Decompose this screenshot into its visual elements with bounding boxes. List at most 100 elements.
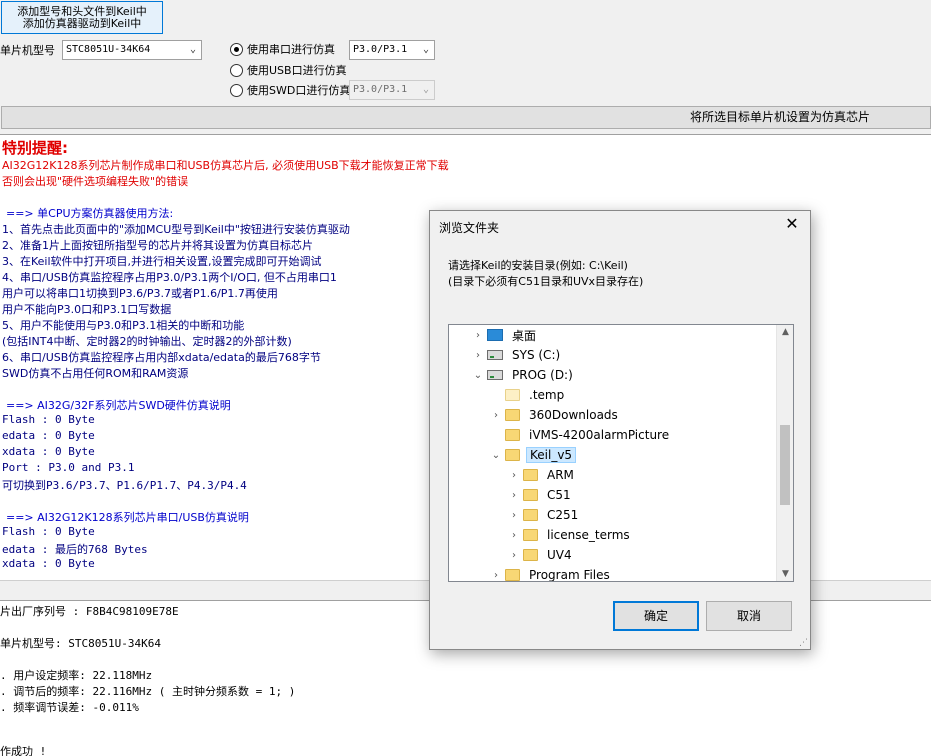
chevron-right-icon[interactable]: › bbox=[505, 550, 523, 561]
tree-item-label: C251 bbox=[547, 508, 579, 522]
folder-icon bbox=[505, 429, 520, 441]
dialog-title: 浏览文件夹 bbox=[439, 221, 500, 235]
tree-item-label: UV4 bbox=[547, 548, 572, 562]
usb-spec-line: edata : 最后的768 Bytes bbox=[2, 543, 148, 556]
swd-port-value: P3.0/P3.1 bbox=[353, 84, 408, 95]
tree-item-label: Keil_v5 bbox=[526, 447, 577, 463]
chevron-down-icon: ⌄ bbox=[189, 44, 196, 55]
tree-item-label: Program Files bbox=[529, 568, 610, 582]
serial-port-select[interactable]: P3.0/P3.1 ⌄ bbox=[349, 40, 435, 60]
scroll-thumb[interactable] bbox=[780, 425, 790, 505]
chevron-right-icon[interactable]: › bbox=[505, 490, 523, 501]
chevron-right-icon[interactable]: › bbox=[505, 470, 523, 481]
radio-swd-label: 使用SWD口进行仿真 bbox=[247, 84, 351, 97]
swd-port-select: P3.0/P3.1 ⌄ bbox=[349, 80, 435, 100]
scroll-down-icon[interactable]: ▼ bbox=[777, 569, 793, 579]
folder-icon bbox=[523, 529, 538, 541]
drive-icon bbox=[487, 350, 503, 360]
tree-item-label: SYS (C:) bbox=[512, 348, 561, 362]
tree-item-temp[interactable]: .temp bbox=[487, 385, 567, 405]
tree-item-program-files[interactable]: › Program Files bbox=[487, 565, 613, 582]
info-step: 2、准备1片上面按钮所指型号的芯片并将其设置为仿真目标芯片 bbox=[2, 239, 313, 252]
folder-icon bbox=[523, 549, 538, 561]
mcu-model-value: STC8051U-34K64 bbox=[66, 44, 151, 55]
tree-item-label: iVMS-4200alarmPicture bbox=[529, 428, 670, 442]
log-line: 作成功 ! bbox=[0, 745, 47, 756]
info-step: 6、串口/USB仿真监控程序占用内部xdata/edata的最后768字节 bbox=[2, 351, 321, 364]
tree-item-label: PROG (D:) bbox=[512, 368, 573, 382]
radio-selected-icon bbox=[230, 42, 243, 56]
info-step: 3、在Keil软件中打开项目,并进行相关设置,设置完成即可开始调试 bbox=[2, 255, 322, 268]
swd-spec-line: Port : P3.0 and P3.1 bbox=[2, 461, 135, 474]
tree-item-360downloads[interactable]: › 360Downloads bbox=[487, 405, 621, 425]
info-section-heading: ==> AI32G12K128系列芯片串口/USB仿真说明 bbox=[6, 511, 249, 524]
usb-spec-line: Flash : 0 Byte bbox=[2, 525, 95, 538]
close-icon[interactable]: ✕ bbox=[782, 214, 802, 233]
tree-item-label: ARM bbox=[547, 468, 574, 482]
scroll-up-icon[interactable]: ▲ bbox=[777, 327, 793, 337]
add-model-to-keil-button[interactable]: 添加型号和头文件到Keil中 添加仿真器驱动到Keil中 bbox=[1, 1, 163, 34]
tree-item-desktop[interactable]: › 桌面 bbox=[469, 325, 539, 345]
folder-icon bbox=[523, 489, 538, 501]
radio-usb-sim[interactable]: 使用USB口进行仿真 bbox=[230, 61, 347, 79]
chevron-right-icon[interactable]: › bbox=[469, 350, 487, 361]
swd-spec-line: xdata : 0 Byte bbox=[2, 445, 95, 458]
radio-unselected-icon bbox=[230, 83, 243, 97]
chevron-right-icon[interactable]: › bbox=[505, 510, 523, 521]
info-warning-1: AI32G12K128系列芯片制作成串口和USB仿真芯片后, 必须使用USB下载… bbox=[2, 159, 449, 172]
info-title: 特别提醒: bbox=[2, 139, 68, 157]
chevron-right-icon[interactable]: › bbox=[487, 570, 505, 581]
tree-item-license-terms[interactable]: › license_terms bbox=[505, 525, 633, 545]
chevron-down-icon[interactable]: ⌄ bbox=[469, 370, 487, 381]
chevron-right-icon[interactable]: › bbox=[505, 530, 523, 541]
set-target-chip-button[interactable]: 将所选目标单片机设置为仿真芯片 bbox=[1, 106, 931, 129]
radio-usb-label: 使用USB口进行仿真 bbox=[247, 64, 347, 77]
tree-item-prog-d[interactable]: ⌄ PROG (D:) bbox=[469, 365, 576, 385]
radio-swd-sim[interactable]: 使用SWD口进行仿真 bbox=[230, 81, 350, 99]
tree-item-keil-v5[interactable]: ⌄ Keil_v5 bbox=[487, 445, 577, 465]
info-warning-2: 否则会出现"硬件选项编程失败"的错误 bbox=[2, 175, 189, 188]
add-button-line2: 添加仿真器驱动到Keil中 bbox=[22, 17, 142, 30]
chevron-down-icon[interactable]: ⌄ bbox=[487, 450, 505, 461]
tree-item-ivms[interactable]: iVMS-4200alarmPicture bbox=[487, 425, 672, 445]
tree-item-label: 360Downloads bbox=[529, 408, 618, 422]
log-line: 片出厂序列号 : F8B4C98109E78E bbox=[0, 605, 179, 618]
radio-unselected-icon bbox=[230, 63, 243, 77]
cancel-button[interactable]: 取消 bbox=[706, 601, 792, 631]
tree-item-label: license_terms bbox=[547, 528, 630, 542]
swd-spec-line: edata : 0 Byte bbox=[2, 429, 95, 442]
tree-item-c251[interactable]: › C251 bbox=[505, 505, 581, 525]
log-line: . 用户设定频率: 22.118MHz bbox=[0, 669, 153, 682]
mcu-model-select[interactable]: STC8051U-34K64 ⌄ bbox=[62, 40, 202, 60]
folder-icon bbox=[523, 509, 538, 521]
info-section-heading: ==> AI32G/32F系列芯片SWD硬件仿真说明 bbox=[6, 399, 231, 412]
usb-spec-line: xdata : 0 Byte bbox=[2, 557, 95, 570]
serial-port-value: P3.0/P3.1 bbox=[353, 44, 408, 55]
radio-serial-sim[interactable]: 使用串口进行仿真 bbox=[230, 40, 335, 58]
tree-item-uv4[interactable]: › UV4 bbox=[505, 545, 575, 565]
dialog-description: 请选择Keil的安装目录(例如: C:\Keil) (目录下必须有C51目录和U… bbox=[448, 258, 643, 290]
tree-item-sys-c[interactable]: › SYS (C:) bbox=[469, 345, 563, 365]
info-step: SWD仿真不占用任何ROM和RAM资源 bbox=[2, 367, 189, 380]
tree-scrollbar[interactable]: ▲ ▼ bbox=[776, 325, 793, 581]
drive-icon bbox=[487, 370, 503, 380]
log-line: 单片机型号: STC8051U-34K64 bbox=[0, 637, 161, 650]
folder-icon bbox=[523, 469, 538, 481]
log-line: . 调节后的频率: 22.116MHz ( 主时钟分频系数 = 1; ) bbox=[0, 685, 296, 698]
chevron-right-icon[interactable]: › bbox=[487, 410, 505, 421]
info-step: 5、用户不能使用与P3.0和P3.1相关的中断和功能 bbox=[2, 319, 245, 332]
tree-item-c51[interactable]: › C51 bbox=[505, 485, 574, 505]
info-section-heading: ==> 单CPU方案仿真器使用方法: bbox=[6, 207, 174, 220]
tree-item-arm[interactable]: › ARM bbox=[505, 465, 577, 485]
ok-button[interactable]: 确定 bbox=[613, 601, 699, 631]
desktop-icon bbox=[487, 329, 503, 341]
tree-item-label: 桌面 bbox=[512, 328, 537, 343]
chevron-right-icon[interactable]: › bbox=[469, 330, 487, 341]
resize-grip-icon[interactable]: ⋰ bbox=[799, 638, 808, 648]
folder-tree[interactable]: › 桌面 › SYS (C:) ⌄ PROG (D:) .temp › 360D… bbox=[448, 324, 794, 582]
tree-item-label: .temp bbox=[529, 388, 565, 402]
folder-icon bbox=[505, 569, 520, 581]
chevron-down-icon: ⌄ bbox=[422, 84, 429, 95]
browse-folder-dialog[interactable]: 浏览文件夹 ✕ 请选择Keil的安装目录(例如: C:\Keil) (目录下必须… bbox=[429, 210, 811, 650]
folder-icon bbox=[505, 409, 520, 421]
